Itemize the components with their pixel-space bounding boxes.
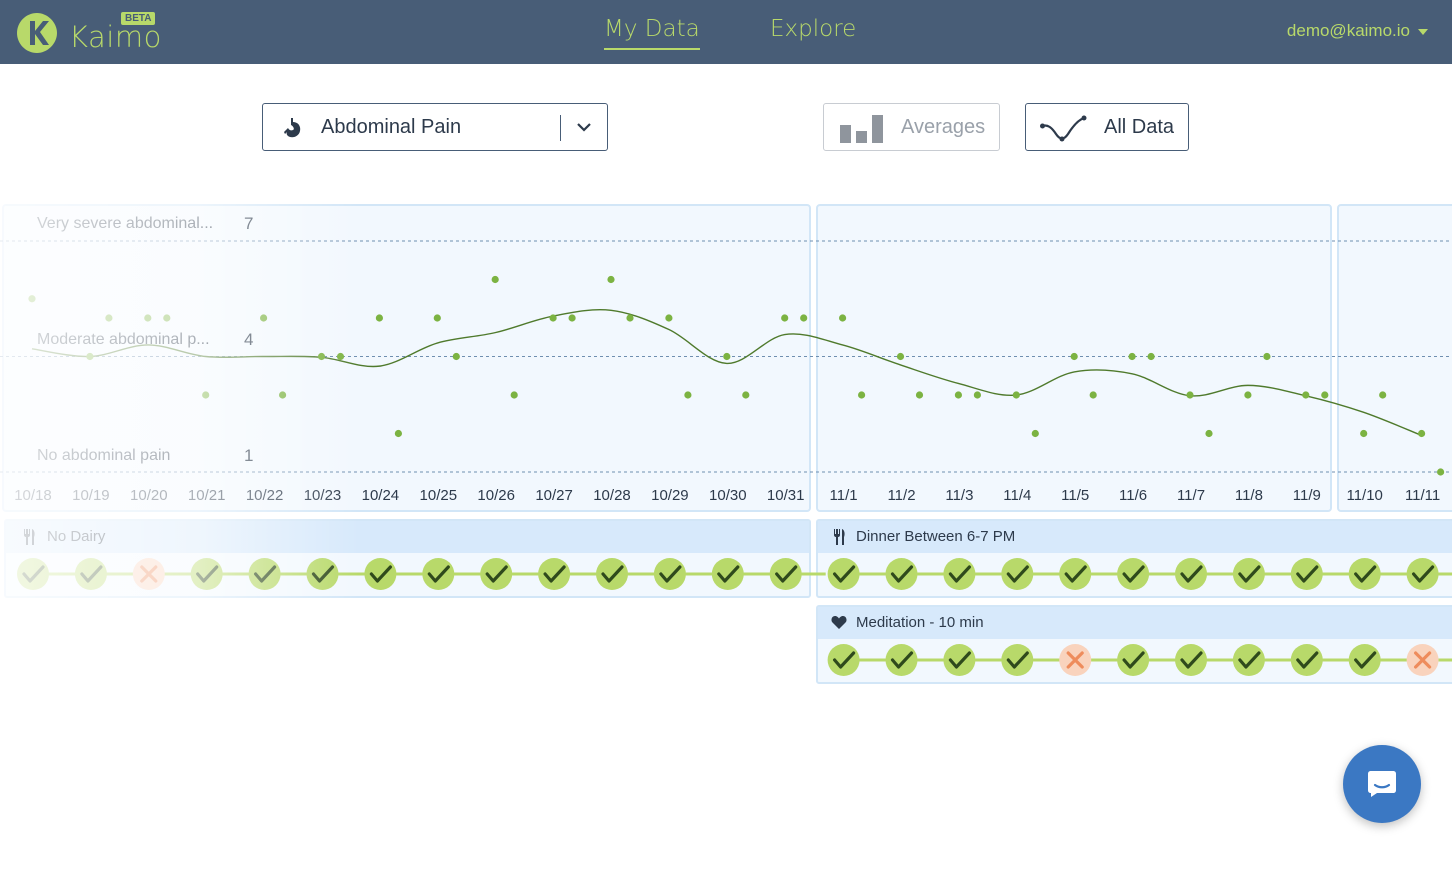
- check-icon[interactable]: [1059, 558, 1092, 590]
- check-icon[interactable]: [1001, 644, 1034, 676]
- check-icon[interactable]: [711, 558, 744, 590]
- habit-tracker-marks: [17, 558, 1452, 676]
- check-icon[interactable]: [943, 644, 976, 676]
- check-icon[interactable]: [190, 558, 223, 590]
- x-icon[interactable]: [1059, 644, 1092, 676]
- check-icon[interactable]: [17, 558, 49, 590]
- check-icon[interactable]: [1290, 558, 1323, 590]
- check-icon[interactable]: [1232, 558, 1265, 590]
- check-icon[interactable]: [422, 558, 455, 590]
- check-icon[interactable]: [943, 558, 976, 590]
- check-icon[interactable]: [1001, 558, 1034, 590]
- chat-bubble-icon: [1368, 771, 1396, 797]
- check-icon[interactable]: [1175, 558, 1207, 590]
- check-icon[interactable]: [1232, 644, 1265, 676]
- check-icon[interactable]: [885, 558, 918, 590]
- check-icon[interactable]: [364, 558, 397, 590]
- check-icon[interactable]: [248, 558, 281, 590]
- check-icon[interactable]: [827, 558, 860, 590]
- check-icon[interactable]: [653, 558, 686, 590]
- check-icon[interactable]: [769, 558, 802, 590]
- check-icon[interactable]: [538, 558, 571, 590]
- check-icon[interactable]: [480, 558, 513, 590]
- check-icon[interactable]: [1348, 644, 1381, 676]
- check-icon[interactable]: [1117, 644, 1150, 676]
- check-icon[interactable]: [74, 558, 107, 590]
- check-icon[interactable]: [885, 644, 918, 676]
- chat-support-button[interactable]: [1343, 745, 1421, 823]
- check-icon[interactable]: [827, 644, 860, 676]
- check-icon[interactable]: [1290, 644, 1323, 676]
- check-icon[interactable]: [1175, 644, 1207, 676]
- x-icon[interactable]: [1406, 644, 1439, 676]
- check-icon[interactable]: [306, 558, 339, 590]
- x-icon[interactable]: [132, 558, 165, 590]
- check-icon[interactable]: [1406, 558, 1439, 590]
- check-icon[interactable]: [1117, 558, 1150, 590]
- check-icon[interactable]: [596, 558, 628, 590]
- check-icon[interactable]: [1348, 558, 1381, 590]
